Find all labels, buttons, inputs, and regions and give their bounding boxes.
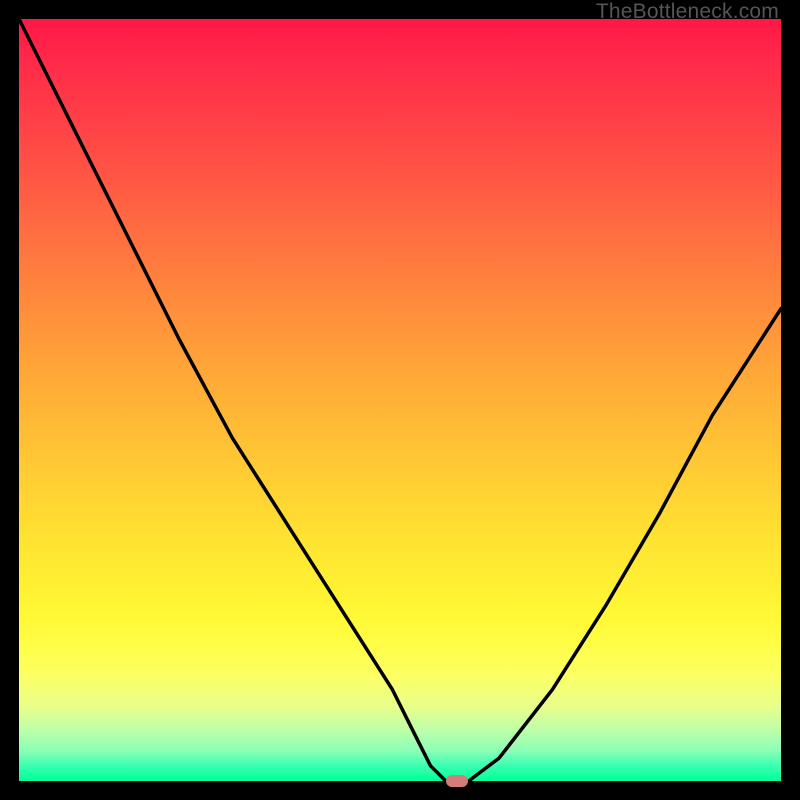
chart-frame: TheBottleneck.com xyxy=(0,0,800,800)
bottleneck-curve xyxy=(19,19,781,781)
plot-area xyxy=(19,19,781,781)
watermark-text: TheBottleneck.com xyxy=(596,0,779,24)
bottleneck-marker xyxy=(446,775,468,787)
